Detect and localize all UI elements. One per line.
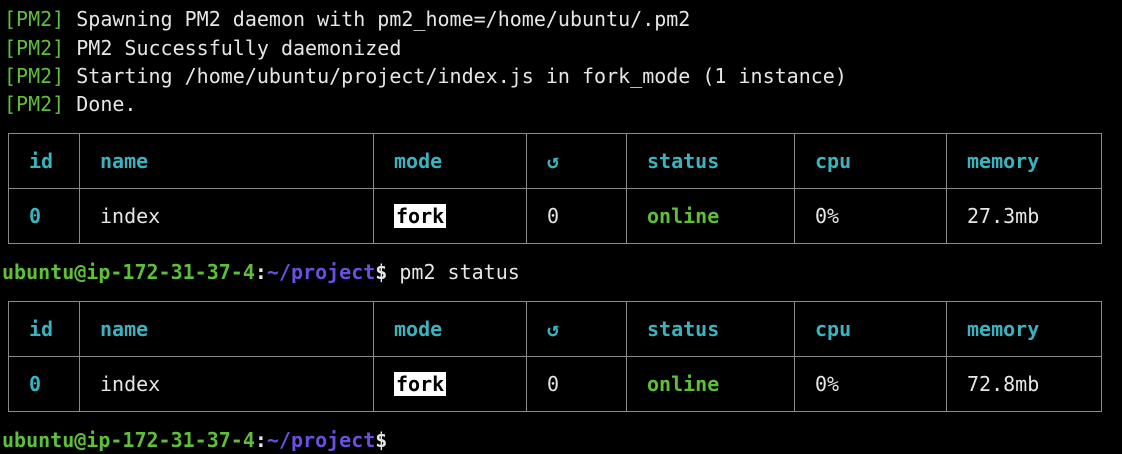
log-line-done: [PM2] Done. — [4, 90, 136, 118]
cell-cpu: 0% — [794, 188, 947, 244]
log-text: PM2 Successfully daemonized — [64, 36, 402, 60]
mode-badge: fork — [394, 204, 447, 228]
cell-restarts: 0 — [526, 356, 627, 412]
header-cpu: cpu — [794, 133, 947, 189]
process-table-2: id name mode ↺ status cpu memory 0 index… — [8, 301, 1102, 412]
header-restarts: ↺ — [526, 133, 627, 189]
mode-badge: fork — [394, 372, 447, 396]
prompt-path: ~/project — [266, 260, 376, 284]
table-header-row: id name mode ↺ status cpu memory — [8, 133, 1102, 189]
cell-restarts: 0 — [526, 188, 627, 244]
cell-cpu: 0% — [794, 356, 947, 412]
header-memory: memory — [946, 133, 1102, 189]
log-line-spawning: [PM2] Spawning PM2 daemon with pm2_home=… — [4, 5, 690, 33]
table-row: 0 index fork 0 online 0% 27.3mb — [8, 188, 1102, 244]
prompt-dollar: $ — [375, 260, 388, 284]
header-memory: memory — [946, 301, 1102, 357]
cell-memory: 27.3mb — [946, 188, 1102, 244]
header-status: status — [626, 301, 795, 357]
header-restarts: ↺ — [526, 301, 627, 357]
terminal-cursor — [387, 431, 398, 453]
log-line-starting: [PM2] Starting /home/ubuntu/project/inde… — [4, 62, 847, 90]
header-name: name — [79, 133, 374, 189]
header-cpu: cpu — [794, 301, 947, 357]
cell-memory: 72.8mb — [946, 356, 1102, 412]
header-id: id — [8, 301, 80, 357]
prompt-path: ~/project — [266, 428, 376, 452]
log-text: Done. — [64, 92, 137, 116]
cell-id: 0 — [8, 356, 80, 412]
shell-prompt-2[interactable]: ubuntu@ip-172-31-37-4:~/project$ — [2, 426, 398, 454]
process-table-1: id name mode ↺ status cpu memory 0 index… — [8, 133, 1102, 244]
log-line-daemonized: [PM2] PM2 Successfully daemonized — [4, 34, 401, 62]
table-header-row: id name mode ↺ status cpu memory — [8, 301, 1102, 357]
prompt-dollar: $ — [375, 428, 388, 452]
prompt-separator: : — [254, 260, 267, 284]
cell-mode: fork — [373, 188, 527, 244]
cell-mode: fork — [373, 356, 527, 412]
pm2-tag: [PM2] — [4, 64, 65, 88]
shell-prompt-1: ubuntu@ip-172-31-37-4:~/project$ pm2 sta… — [2, 258, 520, 286]
cell-name: index — [79, 356, 374, 412]
header-id: id — [8, 133, 80, 189]
cell-status: online — [626, 356, 795, 412]
cell-name: index — [79, 188, 374, 244]
header-mode: mode — [373, 133, 527, 189]
pm2-tag: [PM2] — [4, 92, 65, 116]
pm2-tag: [PM2] — [4, 36, 65, 60]
prompt-command: pm2 status — [387, 260, 520, 284]
prompt-separator: : — [254, 428, 267, 452]
header-status: status — [626, 133, 795, 189]
pm2-tag: [PM2] — [4, 7, 65, 31]
cell-id: 0 — [8, 188, 80, 244]
log-text: Starting /home/ubuntu/project/index.js i… — [64, 64, 847, 88]
log-text: Spawning PM2 daemon with pm2_home=/home/… — [64, 7, 691, 31]
prompt-user-host: ubuntu@ip-172-31-37-4 — [2, 428, 255, 452]
prompt-user-host: ubuntu@ip-172-31-37-4 — [2, 260, 255, 284]
header-mode: mode — [373, 301, 527, 357]
table-row: 0 index fork 0 online 0% 72.8mb — [8, 356, 1102, 412]
header-name: name — [79, 301, 374, 357]
cell-status: online — [626, 188, 795, 244]
